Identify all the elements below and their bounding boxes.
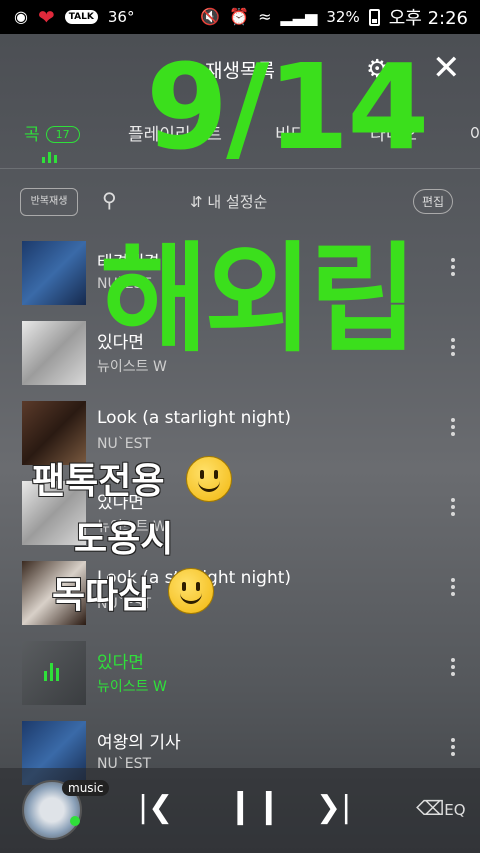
album-art xyxy=(22,321,86,385)
now-playing-bars-icon xyxy=(42,152,57,163)
sort-arrows-icon: ⇵ xyxy=(190,193,203,211)
album-art xyxy=(22,641,86,705)
sort-label: 내 설정순 xyxy=(207,193,268,211)
song-artist: 뉴이스트 W xyxy=(97,679,167,695)
song-artist: NU`EST xyxy=(97,436,152,452)
playing-indicator xyxy=(70,816,80,826)
tab-more[interactable]: 아 xyxy=(470,120,480,145)
close-icon[interactable]: ✕ xyxy=(432,48,461,88)
tab-songs-label: 곡 xyxy=(24,125,40,145)
more-options-icon[interactable] xyxy=(451,258,457,279)
wifi-icon: ≈ xyxy=(258,7,272,26)
handwritten-text: 해외립 xyxy=(100,230,418,368)
heart-icon: ❤ xyxy=(37,5,55,29)
clock: 오후 2:26 xyxy=(388,8,468,29)
more-options-icon[interactable] xyxy=(451,578,457,599)
temperature: 36° xyxy=(107,8,135,26)
search-icon[interactable]: ⚲ xyxy=(102,188,117,212)
previous-track-icon[interactable]: |❮ xyxy=(138,790,173,825)
alarm-icon: ⏰ xyxy=(229,7,250,26)
album-art xyxy=(22,241,86,305)
more-options-icon[interactable] xyxy=(451,498,457,519)
more-options-icon[interactable] xyxy=(451,338,457,359)
app-notification-icon: ◉ xyxy=(14,7,28,26)
kakaotalk-icon: TALK xyxy=(64,10,98,24)
music-label: music xyxy=(62,780,110,796)
handwritten-date: 9/14 xyxy=(146,38,429,176)
edit-button[interactable]: 편집 xyxy=(413,189,454,214)
overlay-text-line3: 목따삼 xyxy=(52,575,152,616)
list-toolbar: 반복재생 ⚲ ⇵ 내 설정순 편집 xyxy=(0,180,480,224)
mini-player: music |❮ ❙❙ ❯| ⌫EQ xyxy=(0,768,480,853)
song-title: 여왕의 기사 xyxy=(97,733,181,753)
smiley-emoji-icon xyxy=(186,456,232,502)
equalizer-button[interactable]: ⌫EQ xyxy=(416,796,466,820)
battery-icon xyxy=(368,8,380,26)
pause-icon[interactable]: ❙❙ xyxy=(226,786,283,826)
now-playing-bars-icon xyxy=(44,663,59,681)
sort-button[interactable]: ⇵ 내 설정순 xyxy=(190,191,267,212)
list-item-now-playing[interactable]: 있다면 뉴이스트 W xyxy=(0,632,480,705)
more-options-icon[interactable] xyxy=(451,418,457,439)
eq-label: EQ xyxy=(444,801,466,819)
song-title: Look (a starlight night) xyxy=(97,408,292,428)
tab-songs[interactable]: 곡 17 xyxy=(24,120,80,145)
smiley-emoji-icon xyxy=(168,568,214,614)
overlay-text-line2: 도용시 xyxy=(74,519,174,560)
repeat-button[interactable]: 반복재생 xyxy=(20,188,78,216)
more-options-icon[interactable] xyxy=(451,738,457,759)
song-title: 있다면 xyxy=(97,653,144,673)
signal-icon: ▂▃▅ xyxy=(280,7,318,26)
eq-icon: ⌫ xyxy=(416,796,445,820)
status-bar: ◉ ❤ TALK 36° 🔇 ⏰ ≈ ▂▃▅ 32% 오후 2:26 xyxy=(0,0,480,34)
battery-percent: 32% xyxy=(326,8,360,26)
mute-icon: 🔇 xyxy=(200,7,221,26)
next-track-icon[interactable]: ❯| xyxy=(316,790,351,825)
overlay-text-line1: 팬톡전용 xyxy=(32,461,165,502)
more-options-icon[interactable] xyxy=(451,658,457,679)
song-count-badge: 17 xyxy=(45,126,80,143)
